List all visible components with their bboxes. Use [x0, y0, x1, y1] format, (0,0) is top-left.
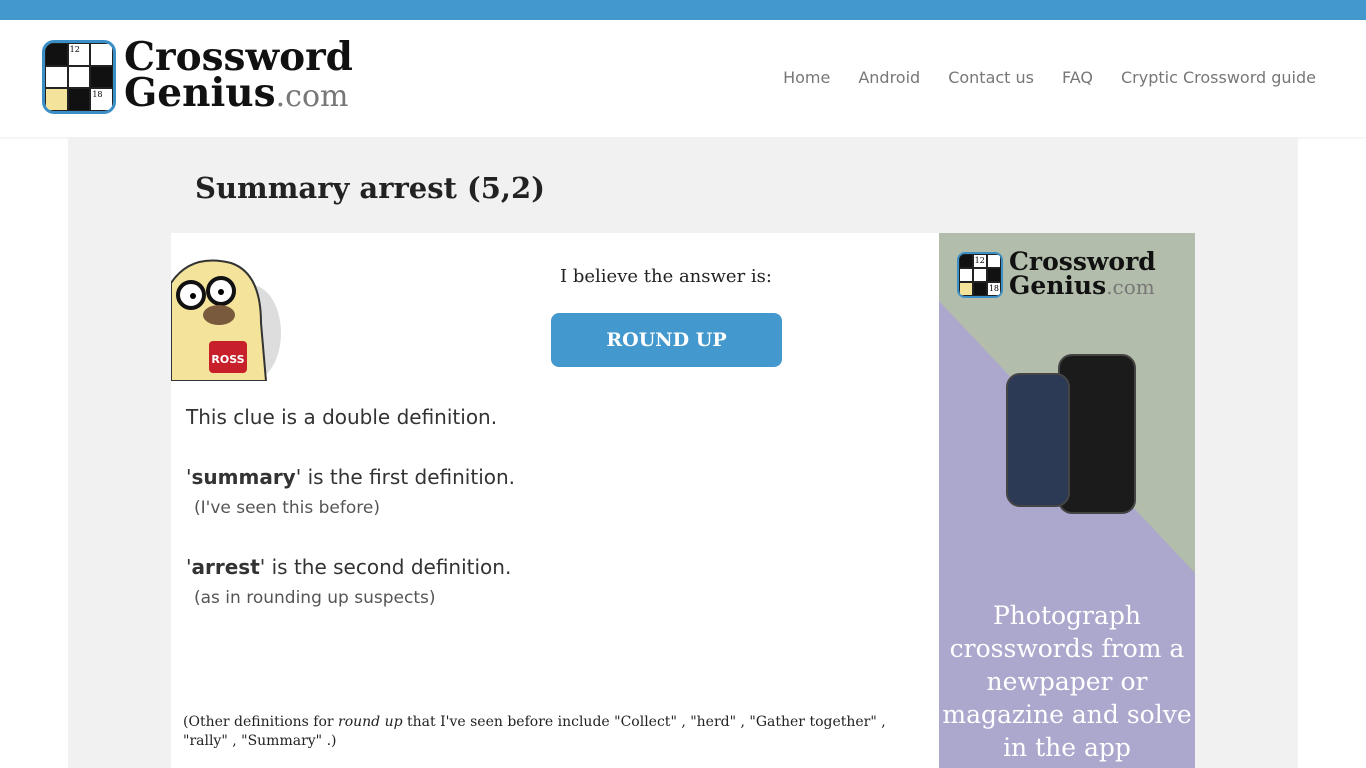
definition-1-note: (I've seen this before) — [194, 498, 380, 518]
crossword-grid-logo-icon: 12 18 — [42, 40, 116, 114]
answer-card: ROSS I believe the answer is: ROUND UP T… — [171, 233, 939, 768]
answer-button[interactable]: ROUND UP — [551, 313, 782, 367]
nav-contact-us[interactable]: Contact us — [948, 68, 1034, 87]
main-content: Summary arrest (5,2) ROSS I believe the … — [68, 137, 1298, 768]
logo-text: Crossword Genius.com — [124, 34, 353, 116]
nav-android[interactable]: Android — [858, 68, 920, 87]
nav-cryptic-guide[interactable]: Cryptic Crossword guide — [1121, 68, 1316, 87]
dog-mascot-icon: ROSS — [171, 259, 281, 381]
main-nav: Home Android Contact us FAQ Cryptic Cros… — [783, 68, 1316, 87]
site-header: 12 18 Crossword Genius.com Home Android … — [0, 20, 1366, 137]
answer-intro: I believe the answer is: — [560, 266, 772, 287]
definition-2-note: (as in rounding up suspects) — [194, 588, 436, 608]
top-accent-bar — [0, 0, 1366, 20]
site-logo[interactable]: 12 18 Crossword Genius.com — [42, 34, 353, 116]
nav-faq[interactable]: FAQ — [1062, 68, 1093, 87]
ad-text: Photograph crosswords from a newpaper or… — [942, 601, 1192, 762]
nav-home[interactable]: Home — [783, 68, 830, 87]
phone-image — [1006, 373, 1070, 507]
other-definitions: (Other definitions for round up that I'v… — [183, 714, 886, 749]
definition-2: 'arrest' is the second definition. — [186, 555, 512, 579]
crossword-grid-logo-icon: 12 18 — [957, 251, 1003, 298]
ad-logo: 12 18 Crossword Genius.com — [957, 247, 1156, 300]
explanation-text: This clue is a double definition. — [186, 405, 498, 429]
app-advert[interactable]: 12 18 Crossword Genius.com Photograph cr… — [939, 233, 1195, 768]
page-title: Summary arrest (5,2) — [195, 171, 545, 205]
definition-1: 'summary' is the first definition. — [186, 465, 516, 489]
svg-text:ROSS: ROSS — [211, 353, 244, 366]
ad-logo-text: Crossword Genius.com — [1009, 247, 1156, 300]
